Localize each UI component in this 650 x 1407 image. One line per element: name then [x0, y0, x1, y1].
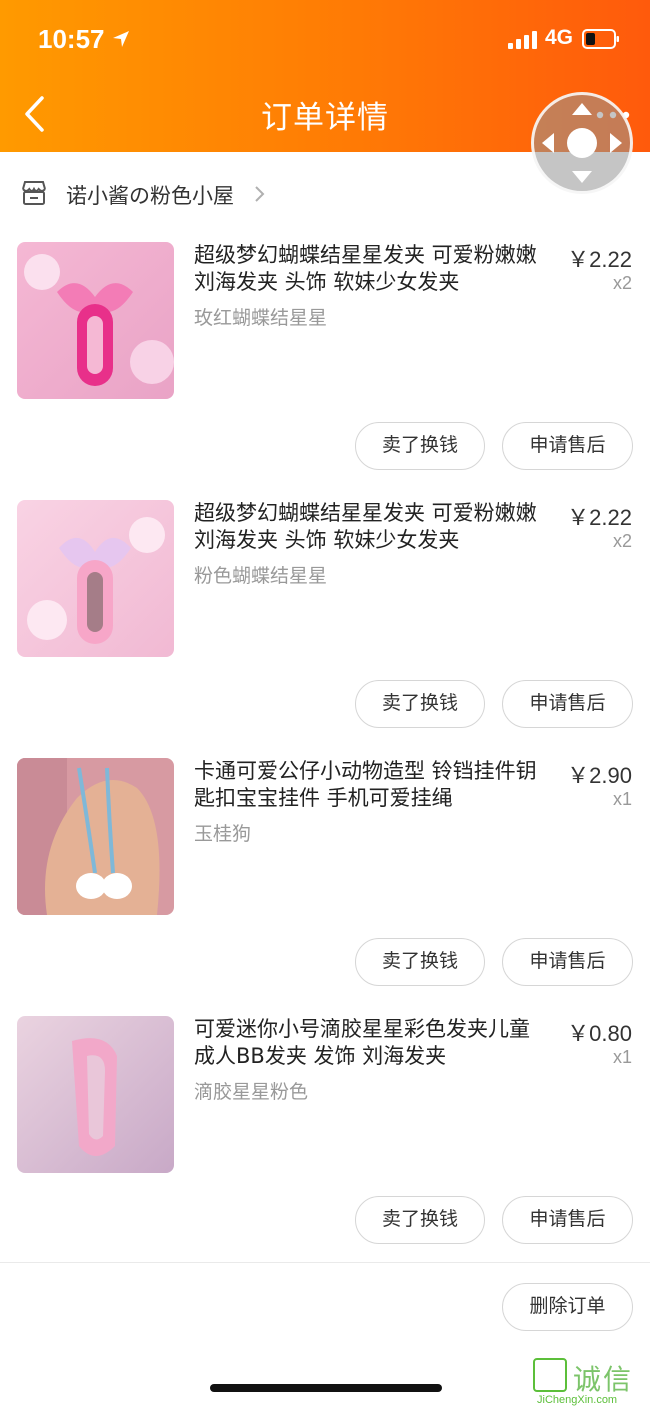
delete-order-button[interactable]: 删除订单	[502, 1283, 633, 1331]
item-price: ￥2.22	[567, 247, 632, 272]
signal-icon	[508, 31, 540, 49]
watermark-text: 诚信	[573, 1363, 634, 1396]
item-title[interactable]: 可爱迷你小号滴胶星星彩色发夹儿童成人BB发夹 发饰 刘海发夹	[194, 1016, 550, 1070]
home-indicator[interactable]	[210, 1384, 442, 1392]
sell-for-cash-button[interactable]: 卖了换钱	[355, 1196, 485, 1244]
network-type: 4G	[545, 26, 574, 49]
watermark-logo-icon	[533, 1358, 567, 1392]
hair-clip-image	[17, 500, 174, 657]
status-time: 10:57	[38, 24, 105, 54]
sell-for-cash-button[interactable]: 卖了换钱	[355, 938, 485, 986]
product-thumbnail[interactable]	[17, 242, 174, 399]
location-arrow-icon	[113, 31, 129, 47]
battery-icon	[582, 29, 619, 49]
product-thumbnail[interactable]	[17, 1016, 174, 1173]
sell-for-cash-button[interactable]: 卖了换钱	[355, 422, 485, 470]
divider	[0, 1262, 650, 1263]
after-sales-button[interactable]: 申请售后	[502, 1196, 633, 1244]
after-sales-button[interactable]: 申请售后	[502, 680, 633, 728]
chevron-right-icon	[255, 186, 265, 202]
item-variant: 滴胶星星粉色	[194, 1081, 309, 1103]
hair-clip-image	[17, 242, 174, 399]
watermark: 诚信 JiChengXin.com	[533, 1358, 650, 1407]
store-icon	[22, 181, 46, 205]
order-item[interactable]: 卡通可爱公仔小动物造型 铃铛挂件钥匙扣宝宝挂件 手机可爱挂绳 玉桂狗 ￥2.90…	[0, 758, 650, 1016]
item-title[interactable]: 卡通可爱公仔小动物造型 铃铛挂件钥匙扣宝宝挂件 手机可爱挂绳	[194, 758, 550, 812]
item-quantity: x1	[612, 1047, 632, 1067]
order-item[interactable]: 可爱迷你小号滴胶星星彩色发夹儿童成人BB发夹 发饰 刘海发夹 滴胶星星粉色 ￥0…	[0, 1016, 650, 1274]
after-sales-button[interactable]: 申请售后	[502, 938, 633, 986]
watermark-url: JiChengXin.com	[537, 1394, 618, 1406]
sell-for-cash-button[interactable]: 卖了换钱	[355, 680, 485, 728]
product-thumbnail[interactable]	[17, 500, 174, 657]
item-price: ￥0.80	[567, 1021, 632, 1046]
product-thumbnail[interactable]	[17, 758, 174, 915]
item-variant: 玉桂狗	[194, 823, 252, 845]
item-quantity: x2	[612, 273, 632, 293]
after-sales-button[interactable]: 申请售后	[502, 422, 633, 470]
item-quantity: x1	[612, 789, 632, 809]
shop-name[interactable]: 诺小酱の粉色小屋	[66, 180, 234, 210]
item-title[interactable]: 超级梦幻蝴蝶结星星发夹 可爱粉嫩嫩刘海发夹 头饰 软妹少女发夹	[194, 500, 550, 554]
hair-clip-image	[17, 1016, 174, 1173]
item-variant: 粉色蝴蝶结星星	[194, 565, 328, 587]
order-item[interactable]: 超级梦幻蝴蝶结星星发夹 可爱粉嫩嫩刘海发夹 头饰 软妹少女发夹 玫红蝴蝶结星星 …	[0, 242, 650, 500]
item-title[interactable]: 超级梦幻蝴蝶结星星发夹 可爱粉嫩嫩刘海发夹 头饰 软妹少女发夹	[194, 242, 550, 296]
item-variant: 玫红蝴蝶结星星	[194, 307, 328, 329]
shop-row[interactable]: 诺小酱の粉色小屋	[0, 168, 650, 220]
item-quantity: x2	[612, 531, 632, 551]
keychain-image	[17, 758, 174, 915]
order-item[interactable]: 超级梦幻蝴蝶结星星发夹 可爱粉嫩嫩刘海发夹 头饰 软妹少女发夹 粉色蝴蝶结星星 …	[0, 500, 650, 758]
item-price: ￥2.22	[567, 505, 632, 530]
item-price: ￥2.90	[567, 763, 632, 788]
